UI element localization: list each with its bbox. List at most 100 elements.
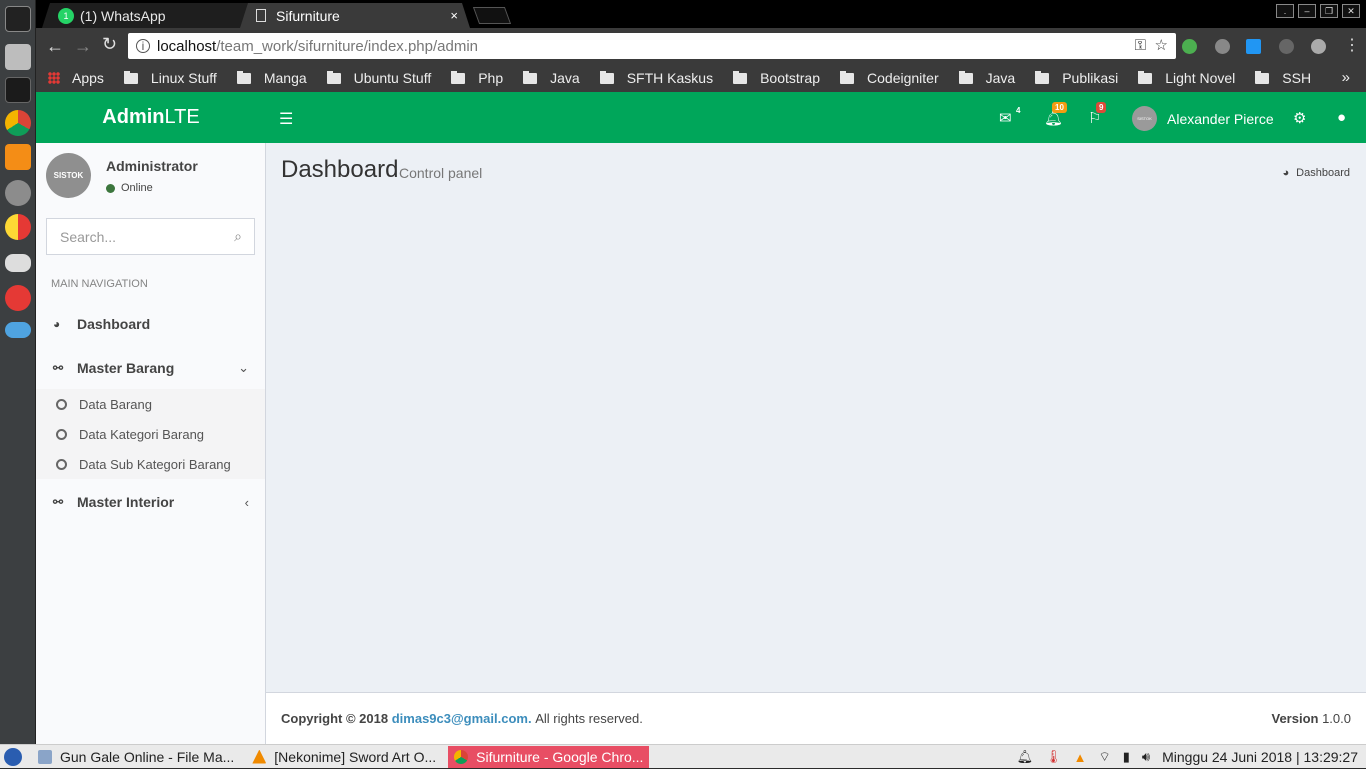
sidebar-item-data-kategori-barang[interactable]: Data Kategori Barang xyxy=(36,419,265,449)
extension-m-icon[interactable] xyxy=(1215,39,1230,54)
close-window-button[interactable]: ✕ xyxy=(1342,4,1360,18)
bookmark-folder[interactable]: Ubuntu Stuff xyxy=(326,70,431,86)
logo[interactable]: Admin LTE xyxy=(36,92,266,143)
copyright: Copyright © 2018 xyxy=(281,711,389,726)
bookmark-folder[interactable]: Java xyxy=(958,70,1015,86)
cloud-icon[interactable] xyxy=(5,322,31,338)
extension-icon[interactable] xyxy=(1279,39,1294,54)
folder-icon xyxy=(38,749,52,764)
bookmark-folder[interactable]: Php xyxy=(451,70,503,86)
bookmark-folder[interactable]: SSH xyxy=(1255,70,1311,86)
bookmark-folder[interactable]: SFTH Kaskus xyxy=(599,70,713,86)
bookmark-folder[interactable]: Codeigniter xyxy=(840,70,939,86)
folder-icon xyxy=(1035,70,1050,84)
vlc-tray-icon[interactable]: ▲ xyxy=(1074,750,1087,765)
back-icon[interactable]: ← xyxy=(46,36,64,57)
bookmark-folder[interactable]: Publikasi xyxy=(1035,70,1118,86)
chrome-icon[interactable] xyxy=(5,110,31,136)
sidebar-item-data-sub-kategori-barang[interactable]: Data Sub Kategori Barang xyxy=(36,449,265,479)
maximize-button[interactable]: ❐ xyxy=(1320,4,1338,18)
search-icon[interactable]: ⌕ xyxy=(234,228,242,245)
folder-icon xyxy=(840,70,855,84)
sidebar-user-name: Administrator xyxy=(106,158,198,174)
folder-icon xyxy=(451,70,466,84)
circle-icon xyxy=(56,398,67,410)
start-menu-icon[interactable] xyxy=(4,747,22,766)
messages-icon[interactable]: ✉ 4 xyxy=(999,106,1020,127)
window-controls: . – ❐ ✕ xyxy=(1276,4,1360,18)
taskbar-item-vlc[interactable]: [Nekonime] Sword Art O... xyxy=(246,746,442,768)
chrome-icon xyxy=(454,749,469,764)
download-icon[interactable] xyxy=(1246,39,1261,54)
search-input[interactable]: Search... ⌕ xyxy=(46,218,255,255)
bookmark-folder[interactable]: Light Novel xyxy=(1138,70,1235,86)
footer: Copyright © 2018 dimas9c3@gmail.com. All… xyxy=(266,692,1366,744)
new-tab-button[interactable] xyxy=(472,7,512,24)
gamepad-icon[interactable] xyxy=(5,254,31,272)
dashboard-icon: ◕ xyxy=(1282,167,1290,179)
clock[interactable]: Minggu 24 Juni 2018 | 13:29:27 xyxy=(1162,749,1358,765)
app-icon[interactable] xyxy=(5,214,31,240)
bookmark-folder[interactable]: Bootstrap xyxy=(733,70,820,86)
circle-icon xyxy=(56,428,67,440)
sidebar-item-master-interior[interactable]: ⚯ Master Interior ‹ xyxy=(36,480,265,524)
minimize-button[interactable]: – xyxy=(1298,4,1316,18)
user-status: Online xyxy=(106,182,153,194)
volume-icon[interactable]: 🔊︎ xyxy=(1142,749,1150,765)
tasks-flag-icon[interactable]: ⚐ 9 xyxy=(1088,102,1107,127)
bookmark-folder[interactable]: Manga xyxy=(236,70,307,86)
sidebar-item-master-barang[interactable]: ⚯ Master Barang ⌄ xyxy=(36,346,265,390)
info-icon[interactable]: i xyxy=(136,39,150,53)
forward-icon[interactable]: → xyxy=(74,36,92,57)
avatar: SISTOK xyxy=(46,153,91,198)
email-link[interactable]: dimas9c3@gmail.com. xyxy=(392,711,532,726)
sidebar-item-dashboard[interactable]: ◕ Dashboard xyxy=(36,302,265,346)
rights: All rights reserved. xyxy=(535,711,643,726)
sublime-text-icon[interactable] xyxy=(5,144,31,170)
menu-dots-icon[interactable]: ⋮ xyxy=(1344,35,1360,55)
address-bar[interactable]: i localhost/team_work/sifurniture/index.… xyxy=(128,33,1176,59)
breadcrumb[interactable]: ◕ Dashboard xyxy=(1283,167,1350,179)
link-icon: ⚯ xyxy=(53,495,64,509)
system-monitor-icon[interactable] xyxy=(5,77,31,103)
folder-icon xyxy=(523,70,538,84)
tab-sifurniture[interactable]: Sifurniture × xyxy=(240,3,470,28)
reload-icon[interactable]: ↻ xyxy=(102,34,117,55)
extension-green-icon[interactable] xyxy=(1182,39,1197,54)
chevron-left-icon: ‹ xyxy=(244,494,249,510)
bookmarks-overflow-button[interactable]: » xyxy=(1342,69,1350,86)
sidebar-toggle-icon[interactable]: ☰ xyxy=(279,109,293,129)
wifi-icon[interactable]: ⌔ xyxy=(1099,749,1111,765)
terminal-icon[interactable] xyxy=(5,6,31,32)
app-launcher-icon[interactable] xyxy=(5,285,31,311)
folder-icon xyxy=(1138,70,1153,84)
taskbar-item-file-manager[interactable]: Gun Gale Online - File Ma... xyxy=(32,746,240,768)
notifications-bell-icon[interactable]: 🔔︎ 10 xyxy=(1044,102,1067,127)
globe-icon[interactable]: ● xyxy=(1337,109,1346,126)
taskbar-item-chrome[interactable]: Sifurniture - Google Chro... xyxy=(448,745,650,768)
close-tab-button[interactable]: × xyxy=(450,8,458,23)
key-icon[interactable]: ⚿ xyxy=(1135,37,1146,54)
apps-grid-icon xyxy=(48,72,60,84)
battery-icon[interactable]: ▮ xyxy=(1123,749,1130,765)
folder-icon xyxy=(733,70,748,84)
notification-bell-icon[interactable]: 🔔︎ xyxy=(1017,749,1034,765)
home-folder-icon[interactable] xyxy=(5,44,31,70)
tab-whatsapp[interactable]: 1 (1) WhatsApp × xyxy=(42,3,272,28)
folder-icon xyxy=(236,70,251,84)
bookmark-folder[interactable]: Linux Stuff xyxy=(123,70,217,86)
gears-icon[interactable]: ⚙ xyxy=(1293,109,1306,127)
folder-icon xyxy=(123,70,138,84)
bookmark-folder[interactable]: Java xyxy=(523,70,580,86)
link-icon: ⚯ xyxy=(53,361,64,375)
bookmark-apps[interactable]: Apps xyxy=(48,70,104,86)
extension-wifi-icon[interactable] xyxy=(1311,39,1326,54)
gimp-icon[interactable] xyxy=(5,180,31,206)
page-icon xyxy=(256,9,266,22)
tab-title: Sifurniture xyxy=(276,7,340,24)
menu-button[interactable]: . xyxy=(1276,4,1294,18)
bookmark-star-icon[interactable]: ☆ xyxy=(1155,36,1168,54)
temperature-icon[interactable]: 🌡︎ xyxy=(1045,749,1062,765)
user-menu[interactable]: SISTOK Alexander Pierce xyxy=(1132,106,1274,131)
sidebar-item-data-barang[interactable]: Data Barang xyxy=(36,389,265,419)
